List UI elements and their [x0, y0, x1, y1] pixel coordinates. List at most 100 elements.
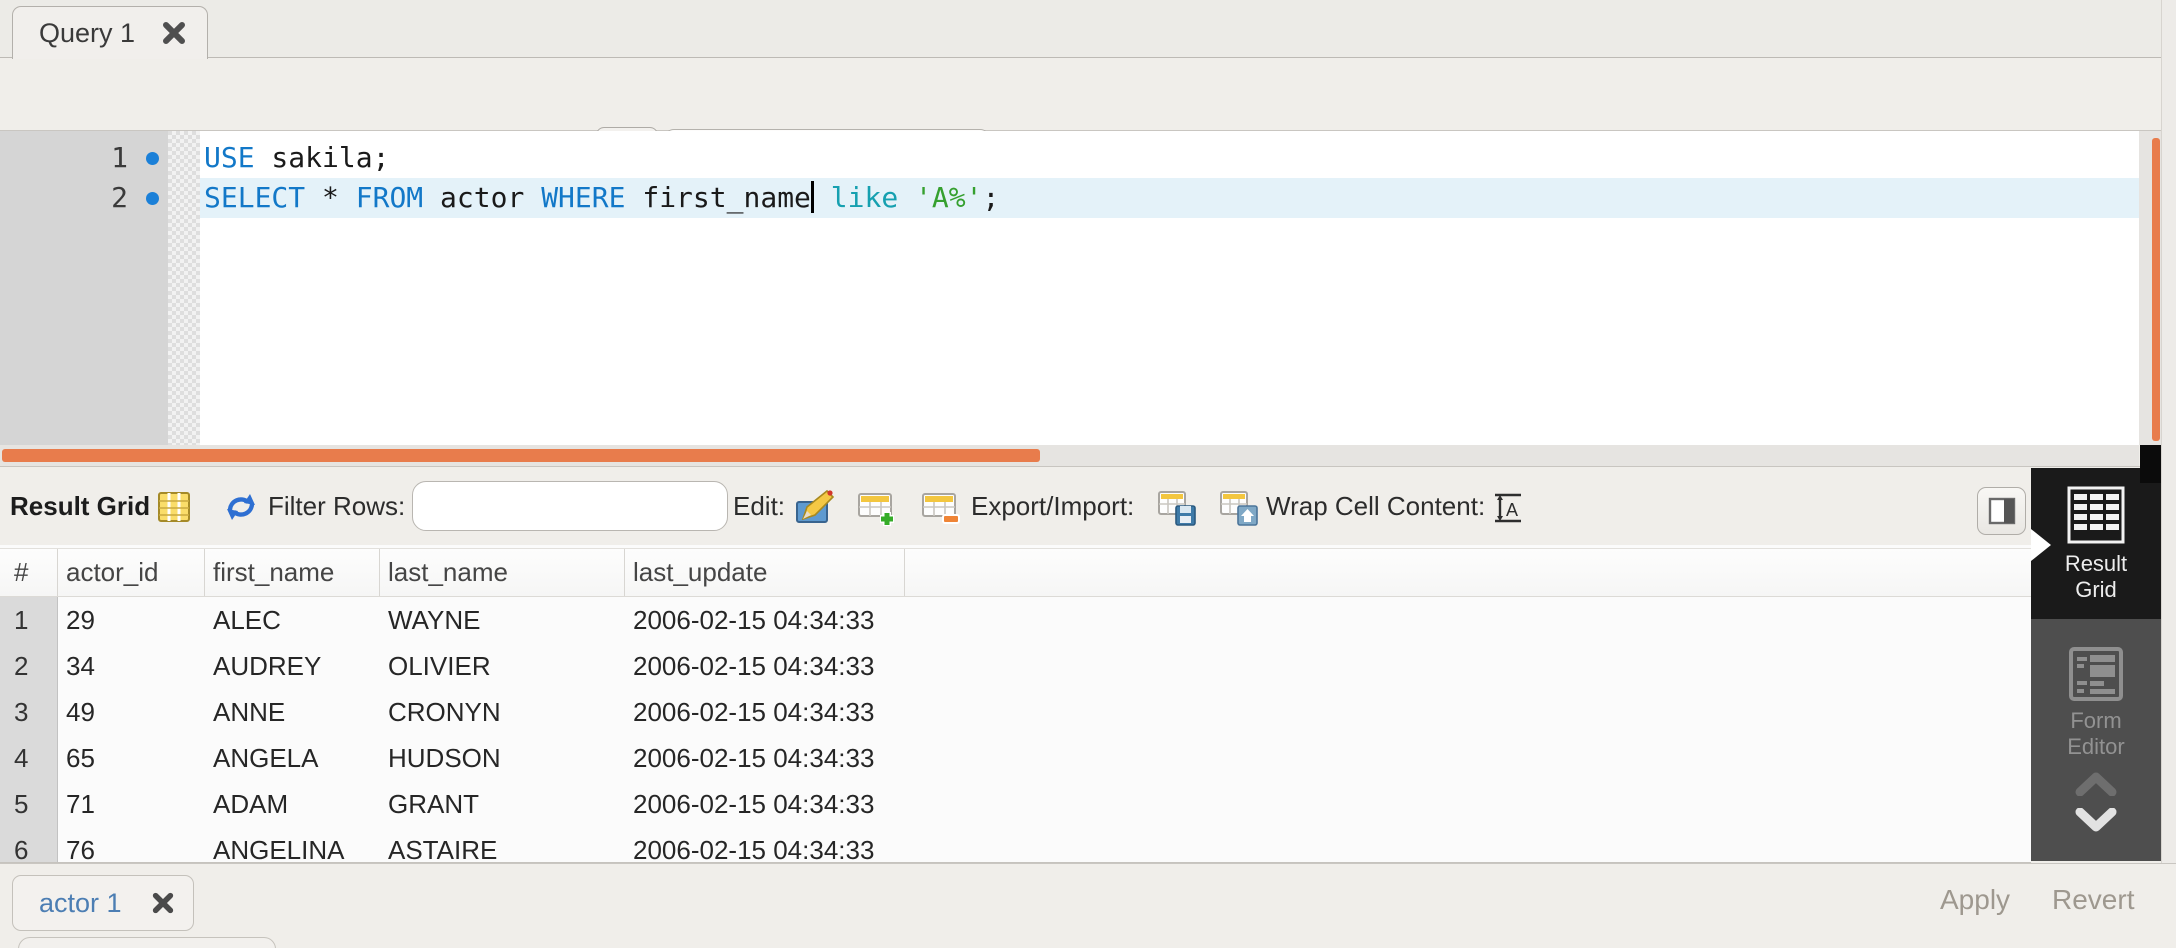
column-header-row-number[interactable]: #: [0, 549, 58, 596]
table-cell[interactable]: 2006-02-15 04:34:33: [625, 689, 905, 735]
sql-token: 'A%': [915, 181, 982, 214]
sql-editor[interactable]: 1USE sakila;2SELECT * FROM actor WHERE f…: [0, 131, 2176, 445]
table-cell[interactable]: 2006-02-15 04:34:33: [625, 735, 905, 781]
sql-token: sakila;: [255, 141, 390, 174]
column-header-filler: [905, 549, 2031, 596]
table-cell[interactable]: 49: [58, 689, 205, 735]
table-cell[interactable]: ANNE: [205, 689, 380, 735]
row-number-cell[interactable]: 6: [0, 827, 58, 863]
sql-token: WHERE: [541, 181, 625, 214]
row-number-cell[interactable]: 4: [0, 735, 58, 781]
statement-marker-dot: [146, 152, 159, 165]
grid-rows: 129ALECWAYNE2006-02-15 04:34:33234AUDREY…: [0, 597, 2031, 863]
table-cell[interactable]: 71: [58, 781, 205, 827]
refresh-icon[interactable]: [222, 488, 260, 526]
table-cell[interactable]: ASTAIRE: [380, 827, 625, 863]
table-row[interactable]: 349ANNECRONYN2006-02-15 04:34:33: [0, 689, 2031, 735]
mysql-workbench-query-window: Query 1: [0, 0, 2176, 948]
active-panel-indicator: [2031, 529, 2051, 561]
edit-label: Edit:: [733, 467, 785, 545]
result-grid-title: Result Grid: [10, 467, 150, 545]
table-row[interactable]: 234AUDREYOLIVIER2006-02-15 04:34:33: [0, 643, 2031, 689]
code-line[interactable]: 2SELECT * FROM actor WHERE first_name li…: [0, 178, 2176, 218]
table-cell[interactable]: GRANT: [380, 781, 625, 827]
table-row[interactable]: 129ALECWAYNE2006-02-15 04:34:33: [0, 597, 2031, 643]
sql-token: first_name: [625, 181, 810, 214]
result-grid: #actor_idfirst_namelast_namelast_update …: [0, 545, 2031, 863]
code-line[interactable]: 1 USE sakila;: [0, 138, 2176, 178]
table-cell[interactable]: 65: [58, 735, 205, 781]
result-side-panel: Result Grid Form Editor: [2031, 468, 2161, 861]
query-tab-bar: Query 1: [0, 0, 2176, 58]
table-cell[interactable]: 2006-02-15 04:34:33: [625, 643, 905, 689]
query-tab-label: Query 1: [39, 18, 161, 49]
row-number-cell[interactable]: 5: [0, 781, 58, 827]
table-cell[interactable]: HUDSON: [380, 735, 625, 781]
column-header-first_name[interactable]: first_name: [205, 549, 380, 596]
line-number: 1: [0, 138, 128, 178]
tab-actor-1[interactable]: actor 1: [12, 875, 194, 931]
result-tab-label: actor 1: [39, 888, 151, 919]
result-grid-panel-icon: [2065, 484, 2127, 546]
table-row[interactable]: 676ANGELINAASTAIRE2006-02-15 04:34:33: [0, 827, 2031, 863]
edit-record-icon[interactable]: [793, 487, 835, 529]
table-cell[interactable]: 2006-02-15 04:34:33: [625, 781, 905, 827]
sql-token: [898, 181, 915, 214]
column-header-last_name[interactable]: last_name: [380, 549, 625, 596]
row-number-cell[interactable]: 3: [0, 689, 58, 735]
table-cell[interactable]: 34: [58, 643, 205, 689]
delete-row-icon[interactable]: [920, 488, 962, 530]
table-cell[interactable]: 76: [58, 827, 205, 863]
sql-token: *: [305, 181, 356, 214]
row-number-cell[interactable]: 1: [0, 597, 58, 643]
svg-text:A: A: [1506, 500, 1518, 520]
form-editor-panel-icon: [2067, 645, 2125, 703]
scrollbar-corner: [2140, 445, 2161, 483]
column-header-actor_id[interactable]: actor_id: [58, 549, 205, 596]
filter-rows-input[interactable]: [437, 492, 759, 521]
sql-token: SELECT: [204, 181, 305, 214]
table-cell[interactable]: 2006-02-15 04:34:33: [625, 827, 905, 863]
table-cell[interactable]: WAYNE: [380, 597, 625, 643]
panel-layout-icon: [1987, 496, 2017, 526]
import-records-icon[interactable]: [1218, 488, 1260, 530]
table-cell[interactable]: AUDREY: [205, 643, 380, 689]
wrap-cell-content-label: Wrap Cell Content:: [1266, 467, 1485, 545]
table-cell[interactable]: ADAM: [205, 781, 380, 827]
row-number-cell[interactable]: 2: [0, 643, 58, 689]
next-result-tab-partial: [18, 937, 276, 948]
toggle-side-panel-button[interactable]: [1977, 487, 2026, 535]
revert-button[interactable]: Revert: [2052, 876, 2134, 924]
table-cell[interactable]: OLIVIER: [380, 643, 625, 689]
table-cell[interactable]: ANGELINA: [205, 827, 380, 863]
result-tab-bar: actor 1 Apply Revert: [0, 863, 2176, 948]
table-cell[interactable]: ANGELA: [205, 735, 380, 781]
window-right-margin: [2161, 0, 2176, 948]
apply-button[interactable]: Apply: [1940, 876, 2010, 924]
table-cell[interactable]: 29: [58, 597, 205, 643]
sql-token: actor: [423, 181, 541, 214]
wrap-cell-content-icon[interactable]: A: [1490, 490, 1526, 526]
table-cell[interactable]: ALEC: [205, 597, 380, 643]
export-recordset-icon[interactable]: [1156, 488, 1198, 530]
editor-hscrollbar-thumb[interactable]: [2, 449, 1040, 462]
table-row[interactable]: 465ANGELAHUDSON2006-02-15 04:34:33: [0, 735, 2031, 781]
table-cell[interactable]: 2006-02-15 04:34:33: [625, 597, 905, 643]
close-result-tab-icon[interactable]: [151, 891, 175, 915]
panel-scroll-down-icon[interactable]: [2074, 808, 2118, 832]
insert-row-icon[interactable]: [856, 488, 898, 530]
panel-scroll-up-icon[interactable]: [2074, 772, 2118, 796]
editor-vscrollbar-thumb[interactable]: [2152, 138, 2160, 441]
table-row[interactable]: 571ADAMGRANT2006-02-15 04:34:33: [0, 781, 2031, 827]
close-tab-icon[interactable]: [161, 20, 187, 46]
line-number: 2: [0, 178, 128, 218]
sql-token: USE: [204, 141, 255, 174]
tab-query-1[interactable]: Query 1: [12, 6, 208, 59]
column-header-last_update[interactable]: last_update: [625, 549, 905, 596]
form-editor-panel-label: Form Editor: [2031, 708, 2161, 760]
grid-header-row: #actor_idfirst_namelast_namelast_update: [0, 548, 2031, 597]
filter-rows-searchbox[interactable]: [412, 481, 728, 531]
side-panel-item-form-editor[interactable]: Form Editor: [2031, 619, 2161, 779]
table-cell[interactable]: CRONYN: [380, 689, 625, 735]
sql-token: ;: [983, 181, 1000, 214]
